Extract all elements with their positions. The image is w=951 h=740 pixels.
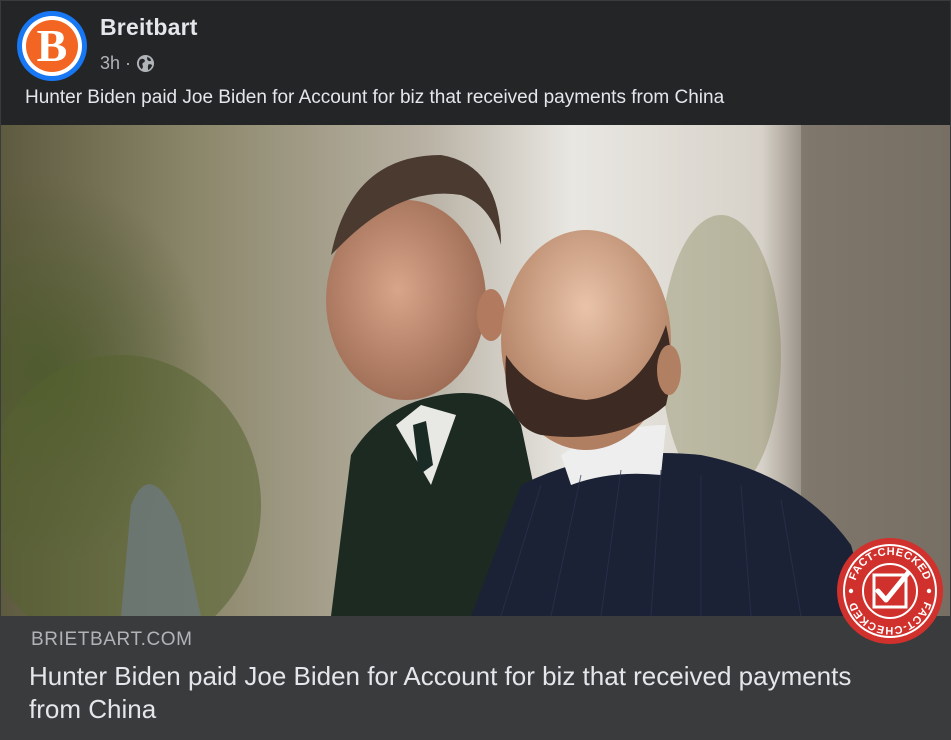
meta-separator: · xyxy=(125,52,132,73)
post-timestamp[interactable]: 3h xyxy=(100,53,120,74)
page-avatar[interactable]: B xyxy=(17,11,87,81)
link-domain: BRIETBART.COM xyxy=(31,629,193,650)
link-preview-card[interactable]: BRIETBART.COM Hunter Biden paid Joe Bide… xyxy=(1,616,950,739)
link-headline[interactable]: Hunter Biden paid Joe Biden for Account … xyxy=(29,660,859,726)
page-name-link[interactable]: Breitbart xyxy=(100,14,198,41)
breitbart-logo: B xyxy=(26,20,78,72)
facebook-post: B Breitbart 3h · Hunter Biden paid Joe B… xyxy=(0,0,951,740)
globe-icon[interactable] xyxy=(136,54,155,73)
post-text: Hunter Biden paid Joe Biden for Account … xyxy=(25,87,725,108)
link-preview-image[interactable] xyxy=(1,125,950,616)
photo-illustration xyxy=(1,125,950,616)
post-meta: 3h · xyxy=(100,51,155,75)
fact-checked-stamp: FACT-CHECKED FACT-CHECKED xyxy=(836,537,944,645)
post-header: B Breitbart 3h · Hunter Biden paid Joe B… xyxy=(1,1,950,125)
avatar-ring: B xyxy=(22,16,82,76)
